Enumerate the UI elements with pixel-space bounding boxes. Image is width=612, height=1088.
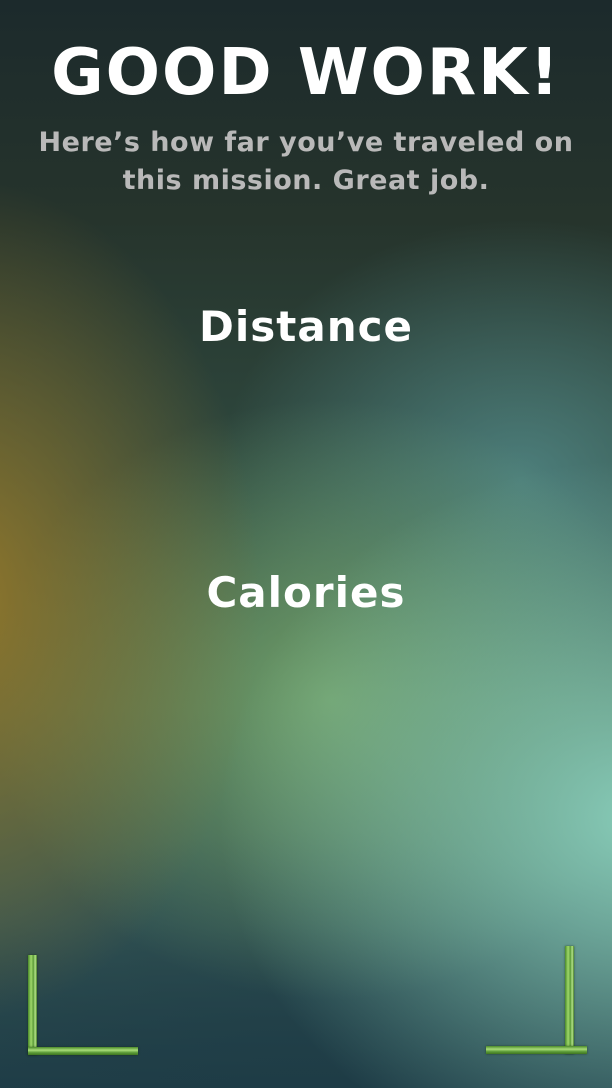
corner-bracket-right-horizontal [486,1046,587,1054]
page-title: GOOD WORK! [51,36,561,110]
calories-label: Calories [206,568,406,617]
corner-bracket-left [28,955,138,1065]
page-subtitle: Here’s how far you’ve traveled on this m… [38,127,574,196]
corner-bracket-right-vertical [565,946,574,1054]
distance-label: Distance [199,302,413,351]
corner-bracket-left-horizontal [28,1047,138,1055]
corner-bracket-left-vertical [28,955,37,1055]
header: GOOD WORK! Here’s how far you’ve travele… [0,36,612,200]
corner-bracket-right [486,946,596,1056]
